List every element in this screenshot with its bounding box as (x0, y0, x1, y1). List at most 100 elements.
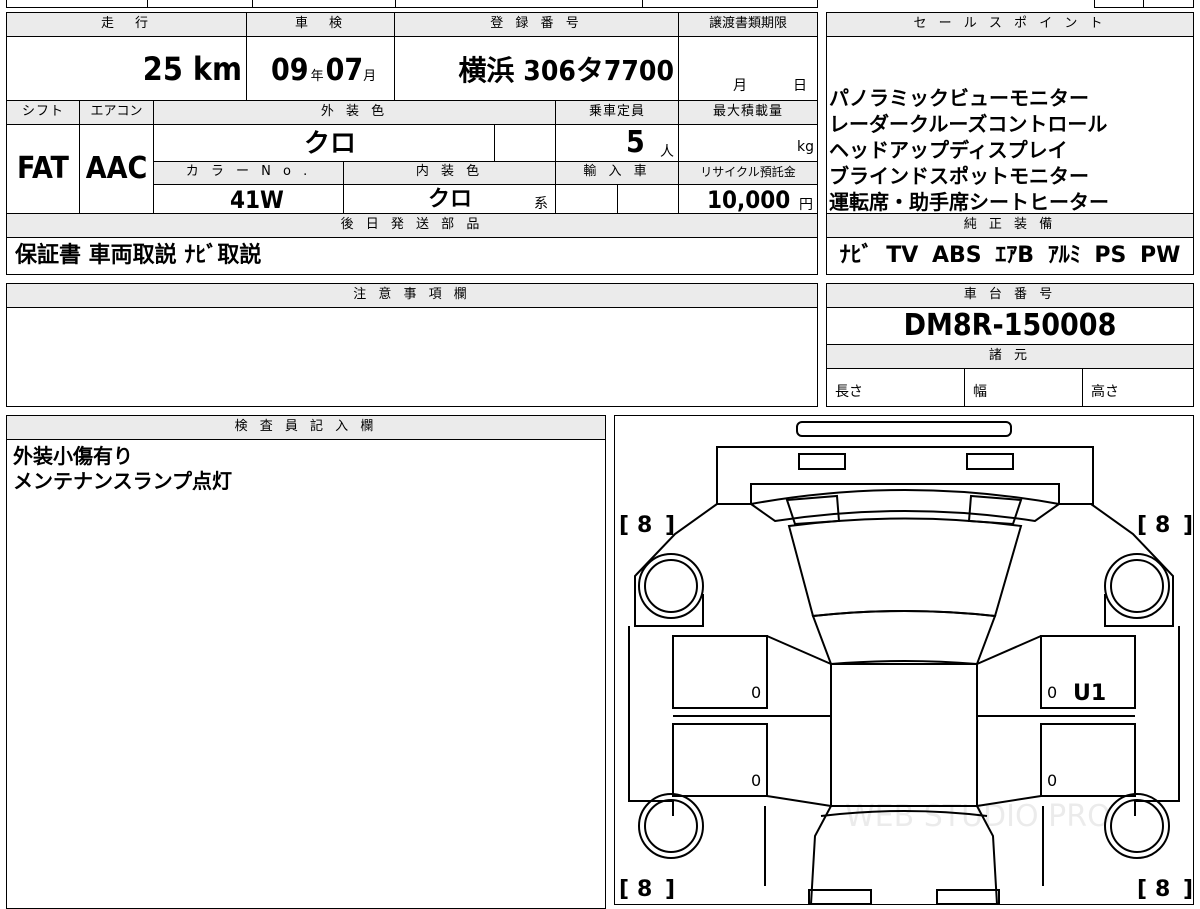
top-cut-row (6, 0, 818, 8)
roof (830, 663, 978, 807)
tire-depth-fr: 8 (1155, 513, 1170, 538)
recycle-value-cell: 10,000 円 (678, 184, 818, 214)
wheel-front-left (638, 553, 704, 619)
import-cell-2 (617, 184, 679, 214)
notes-panel: 注 意 事 項 欄 (6, 283, 818, 407)
shift-value: FAT (17, 151, 69, 186)
later-parts-cell: 保証書 車両取説 ﾅﾋﾞ取説 (6, 237, 818, 275)
sales-points-list: パノラミックビューモニター レーダークルーズコントロール ヘッドアップディスプレ… (829, 85, 1109, 214)
mileage-value: 25 (142, 50, 183, 88)
side-left-outline (628, 626, 674, 816)
mileage-unit: km (192, 50, 242, 88)
specs-header: 諸 元 (826, 344, 1194, 369)
color-no-value: 41W (230, 186, 284, 214)
vehicle-info-table: 走 行 車 検 登 録 番 号 譲渡書類期限 25 km 09 年07月 横浜 3… (6, 12, 818, 238)
year-unit: 年 (310, 69, 324, 84)
svg-text:]: ] (1183, 877, 1193, 902)
exterior-color-cell: クロ (153, 124, 495, 162)
inspection-year: 09 (271, 53, 309, 88)
max-load-unit: kg (797, 139, 814, 155)
chassis-value-cell: DM8R-150008 (826, 307, 1194, 345)
sales-point-item: 運転席・助手席シートヒーター (829, 190, 1109, 214)
spec-length-label: 長さ (835, 384, 863, 400)
headlight-left (798, 453, 846, 470)
tire-depth-rl: 8 (637, 877, 652, 902)
sales-point-item: ヘッドアップディスプレイ (829, 138, 1068, 162)
sales-points-header: セ ー ル ス ポ イ ン ト (826, 12, 1194, 37)
chassis-value: DM8R-150008 (903, 308, 1117, 343)
svg-text:]: ] (665, 513, 675, 538)
interior-color-header: 内 装 色 (343, 161, 556, 185)
exterior-color-extra (494, 124, 556, 162)
svg-text:[: [ (619, 877, 629, 902)
inspector-header: 検 査 員 記 入 欄 (6, 415, 606, 440)
capacity-value: 5 (626, 125, 645, 160)
recycle-value: 10,000 (707, 186, 791, 214)
deadline-header: 譲渡書類期限 (678, 12, 818, 37)
notes-header: 注 意 事 項 欄 (6, 283, 818, 308)
later-parts-header: 後 日 発 送 部 品 (6, 213, 818, 238)
recycle-header: リサイクル預託金 (678, 161, 818, 185)
wheel-rear-left (638, 793, 704, 859)
door-mark-rr: 0 (1047, 771, 1057, 790)
inspector-note: 外装小傷有り (13, 444, 133, 468)
top-cut-box (1094, 0, 1194, 8)
standard-equipment-value: ﾅﾋﾞ TV ABS ｴｱB ｱﾙﾐ PS PW (839, 243, 1181, 268)
later-parts-value: 保証書 車両取説 ﾅﾋﾞ取説 (15, 243, 262, 268)
door-mark-rl: 0 (751, 771, 761, 790)
aircon-header: エアコン (79, 100, 154, 125)
car-diagram-panel: [ 8 ] [ 8 ] [ 8 ] [ 8 ] 0 0 0 0 U1 WEB S… (614, 415, 1194, 905)
deadline-value-cell: 月 日 (678, 36, 818, 101)
exterior-color-value: クロ (304, 129, 357, 159)
notes-body (6, 307, 818, 407)
interior-color-value: クロ (428, 187, 473, 212)
mirror-left (785, 494, 841, 526)
inspector-notes-list: 外装小傷有り メンテナンスランプ点灯 (13, 444, 232, 494)
import-header: 輸 入 車 (555, 161, 679, 185)
tire-depth-rr: 8 (1155, 877, 1170, 902)
front-panel (716, 446, 1094, 505)
capacity-value-cell: 5 人 (555, 124, 679, 162)
damage-mark-u1: U1 (1073, 681, 1106, 706)
interior-color-suffix: 系 (534, 196, 548, 212)
front-roof (811, 610, 997, 666)
deadline-month: 月 (733, 78, 747, 94)
spec-width-label: 幅 (973, 384, 987, 400)
wheel-front-right (1104, 553, 1170, 619)
standard-equipment-header: 純 正 装 備 (826, 213, 1194, 238)
spec-width-cell: 幅 (964, 368, 1083, 407)
door-mark-fl: 0 (751, 683, 761, 702)
watermark: WEB STUDIO PRO (845, 799, 1111, 834)
shift-header: シフト (6, 100, 80, 125)
inspector-body: 外装小傷有り メンテナンスランプ点灯 (6, 439, 606, 909)
aircon-value-cell: AAC (79, 124, 154, 214)
registration-value-cell: 横浜 306タ7700 (394, 36, 679, 101)
rear-bumper-left (808, 889, 872, 904)
tire-bracket-fr: [ (1137, 513, 1147, 538)
side-right-outline (1134, 626, 1180, 816)
chassis-header: 車 台 番 号 (826, 283, 1194, 308)
inspector-note: メンテナンスランプ点灯 (13, 469, 232, 493)
mileage-header: 走 行 (6, 12, 247, 37)
svg-text:[: [ (1137, 877, 1147, 902)
inspection-month: 07 (325, 53, 364, 88)
max-load-value-cell: kg (678, 124, 818, 162)
headlight-right (966, 453, 1014, 470)
capacity-unit: 人 (660, 144, 674, 160)
svg-text:]: ] (1183, 513, 1193, 538)
month-unit: 月 (363, 69, 377, 84)
interior-color-cell: クロ 系 (343, 184, 556, 214)
spec-height-cell: 高さ (1082, 368, 1194, 407)
sales-point-item: パノラミックビューモニター (829, 86, 1089, 110)
tire-depth-fl: 8 (637, 513, 652, 538)
door-mark-fr: 0 (1047, 683, 1057, 702)
registration-header: 登 録 番 号 (394, 12, 679, 37)
wheel-rear-right (1104, 793, 1170, 859)
color-no-header: カ ラ ー N o . (153, 161, 344, 185)
windshield (787, 517, 1023, 618)
registration-value: 横浜 306タ7700 (458, 54, 674, 87)
recycle-unit: 円 (799, 197, 813, 213)
standard-equipment-cell: ﾅﾋﾞ TV ABS ｴｱB ｱﾙﾐ PS PW (826, 237, 1194, 275)
shift-value-cell: FAT (6, 124, 80, 214)
capacity-header: 乗車定員 (555, 100, 679, 125)
